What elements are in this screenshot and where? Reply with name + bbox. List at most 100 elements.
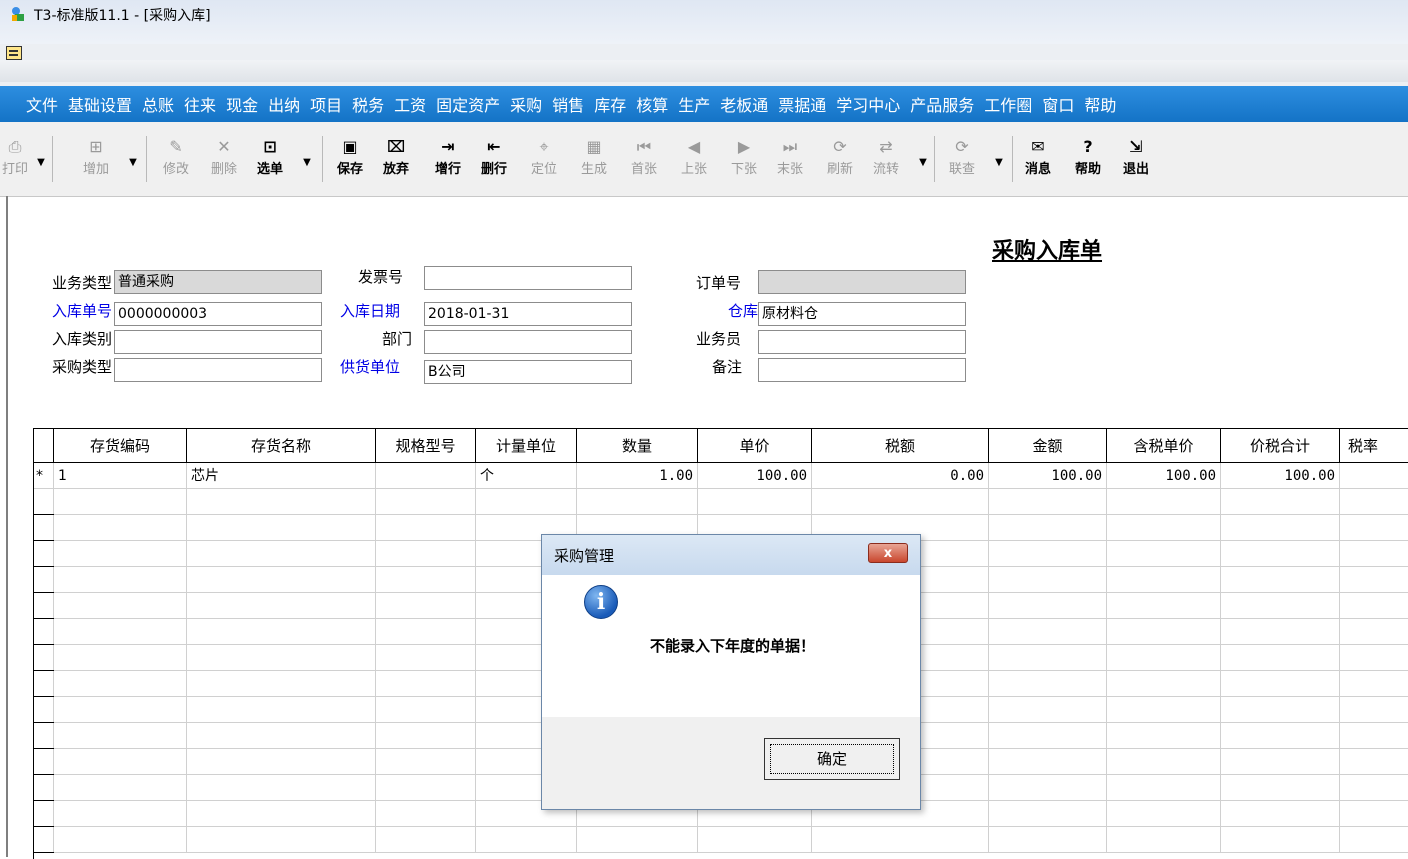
empty-cell[interactable] [376, 671, 476, 697]
empty-cell[interactable] [376, 723, 476, 749]
previous-record-button[interactable]: ◀ 上张 [674, 136, 714, 184]
empty-cell[interactable] [1340, 489, 1408, 515]
empty-cell[interactable] [989, 567, 1107, 593]
empty-cell[interactable] [187, 723, 376, 749]
empty-cell[interactable] [1340, 567, 1408, 593]
empty-cell[interactable] [698, 489, 812, 515]
empty-cell[interactable] [1221, 515, 1340, 541]
empty-cell[interactable] [376, 645, 476, 671]
empty-cell[interactable] [1221, 749, 1340, 775]
empty-cell[interactable] [989, 697, 1107, 723]
empty-cell[interactable] [812, 489, 989, 515]
last-record-button[interactable]: ⏭ 末张 [770, 136, 810, 184]
menu-learning[interactable]: 学习中心 [836, 92, 900, 116]
cell-unit-price[interactable]: 100.00 [698, 463, 812, 489]
empty-cell[interactable] [54, 801, 187, 827]
cell-spec[interactable] [376, 463, 476, 489]
empty-cell[interactable] [1107, 697, 1221, 723]
empty-cell[interactable] [54, 749, 187, 775]
empty-cell[interactable] [1340, 541, 1408, 567]
menu-sales[interactable]: 销售 [552, 92, 584, 116]
message-button[interactable]: ✉ 消息 [1018, 136, 1058, 184]
grid-header-unit[interactable]: 计量单位 [476, 429, 577, 463]
grid-header-amount[interactable]: 金额 [989, 429, 1107, 463]
cell-total[interactable]: 100.00 [1221, 463, 1340, 489]
grid-header-tax-incl-price[interactable]: 含税单价 [1107, 429, 1221, 463]
warehouse-field[interactable]: 原材料仓 [758, 302, 966, 326]
empty-cell[interactable] [1221, 645, 1340, 671]
empty-cell[interactable] [187, 593, 376, 619]
menu-window[interactable]: 窗口 [1042, 92, 1074, 116]
purchase-type-field[interactable] [114, 358, 322, 382]
delete-button[interactable]: ✕ 删除 [204, 136, 244, 184]
cell-tax-rate[interactable] [1340, 463, 1408, 489]
empty-cell[interactable] [54, 567, 187, 593]
empty-cell[interactable] [34, 723, 54, 749]
empty-cell[interactable] [476, 489, 577, 515]
empty-cell[interactable] [54, 593, 187, 619]
empty-cell[interactable] [34, 801, 54, 827]
next-record-button[interactable]: ▶ 下张 [724, 136, 764, 184]
salesperson-field[interactable] [758, 330, 966, 354]
grid-header-item-code[interactable]: 存货编码 [54, 429, 187, 463]
empty-cell[interactable] [34, 593, 54, 619]
print-dropdown[interactable]: ▼ [34, 144, 48, 182]
grid-header-spec[interactable]: 规格型号 [376, 429, 476, 463]
empty-cell[interactable] [54, 619, 187, 645]
empty-cell[interactable] [476, 827, 577, 853]
department-field[interactable] [424, 330, 632, 354]
empty-cell[interactable] [54, 515, 187, 541]
menu-basic-settings[interactable]: 基础设置 [68, 92, 132, 116]
cell-tax[interactable]: 0.00 [812, 463, 989, 489]
empty-cell[interactable] [187, 775, 376, 801]
empty-cell[interactable] [187, 645, 376, 671]
menu-cashier[interactable]: 出纳 [268, 92, 300, 116]
link-dropdown[interactable]: ▼ [992, 144, 1006, 182]
refresh-button[interactable]: ⟳ 刷新 [820, 136, 860, 184]
menu-bills[interactable]: 票据通 [778, 92, 826, 116]
cell-tax-incl-price[interactable]: 100.00 [1107, 463, 1221, 489]
empty-cell[interactable] [1107, 775, 1221, 801]
empty-cell[interactable] [1340, 515, 1408, 541]
empty-cell[interactable] [1221, 489, 1340, 515]
empty-cell[interactable] [698, 827, 812, 853]
cell-quantity[interactable]: 1.00 [577, 463, 698, 489]
empty-cell[interactable] [187, 541, 376, 567]
empty-cell[interactable] [989, 515, 1107, 541]
add-row-button[interactable]: ⇥ 增行 [428, 136, 468, 184]
empty-cell[interactable] [1340, 671, 1408, 697]
empty-cell[interactable] [812, 827, 989, 853]
empty-cell[interactable] [376, 489, 476, 515]
empty-cell[interactable] [989, 645, 1107, 671]
ok-button[interactable]: 确定 [764, 738, 900, 780]
empty-cell[interactable] [187, 567, 376, 593]
empty-cell[interactable] [187, 489, 376, 515]
receipt-no-field[interactable]: 0000000003 [114, 302, 322, 326]
menu-fixed-assets[interactable]: 固定资产 [436, 92, 500, 116]
order-no-field[interactable] [758, 270, 966, 294]
empty-cell[interactable] [376, 567, 476, 593]
receipt-category-field[interactable] [114, 330, 322, 354]
empty-cell[interactable] [1107, 827, 1221, 853]
empty-cell[interactable] [34, 697, 54, 723]
empty-cell[interactable] [376, 515, 476, 541]
empty-cell[interactable] [577, 489, 698, 515]
receipt-date-field[interactable]: 2018-01-31 [424, 302, 632, 326]
grid-header-tax[interactable]: 税额 [812, 429, 989, 463]
empty-cell[interactable] [54, 723, 187, 749]
empty-cell[interactable] [34, 567, 54, 593]
menu-accounting[interactable]: 核算 [636, 92, 668, 116]
empty-cell[interactable] [1221, 697, 1340, 723]
empty-cell[interactable] [1107, 515, 1221, 541]
empty-cell[interactable] [1340, 645, 1408, 671]
empty-cell[interactable] [577, 827, 698, 853]
empty-cell[interactable] [376, 619, 476, 645]
empty-cell[interactable] [1221, 593, 1340, 619]
empty-cell[interactable] [1340, 827, 1408, 853]
empty-cell[interactable] [1221, 671, 1340, 697]
empty-cell[interactable] [54, 697, 187, 723]
grid-header-quantity[interactable]: 数量 [577, 429, 698, 463]
menu-boss[interactable]: 老板通 [720, 92, 768, 116]
empty-cell[interactable] [54, 645, 187, 671]
empty-cell[interactable] [54, 541, 187, 567]
